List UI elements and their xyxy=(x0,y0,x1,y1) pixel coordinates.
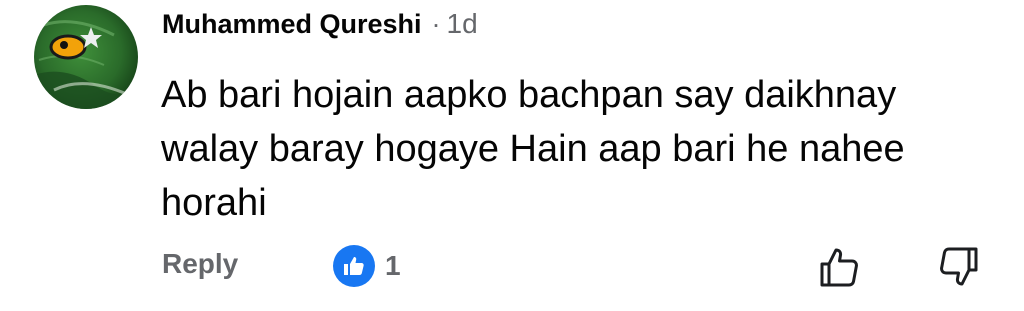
reaction-count: 1 xyxy=(385,250,401,281)
comment-header: Muhammed Qureshi · 1d xyxy=(162,8,478,40)
comment-text: Ab bari hojain aapko bachpan say daikhna… xyxy=(161,74,905,224)
reaction-summary[interactable]: 1 xyxy=(333,245,401,287)
author-name[interactable]: Muhammed Qureshi xyxy=(162,9,422,40)
avatar-image xyxy=(34,5,138,109)
comment: Muhammed Qureshi · 1d Ab bari hojain aap… xyxy=(0,0,1024,311)
reply-button[interactable]: Reply xyxy=(162,248,238,280)
thumbs-down-outline-icon[interactable] xyxy=(937,245,981,289)
separator-dot: · xyxy=(431,9,441,39)
avatar[interactable] xyxy=(34,5,138,109)
thumbs-up-outline-icon[interactable] xyxy=(817,245,861,289)
like-icon xyxy=(333,245,375,287)
timestamp[interactable]: 1d xyxy=(447,8,478,40)
